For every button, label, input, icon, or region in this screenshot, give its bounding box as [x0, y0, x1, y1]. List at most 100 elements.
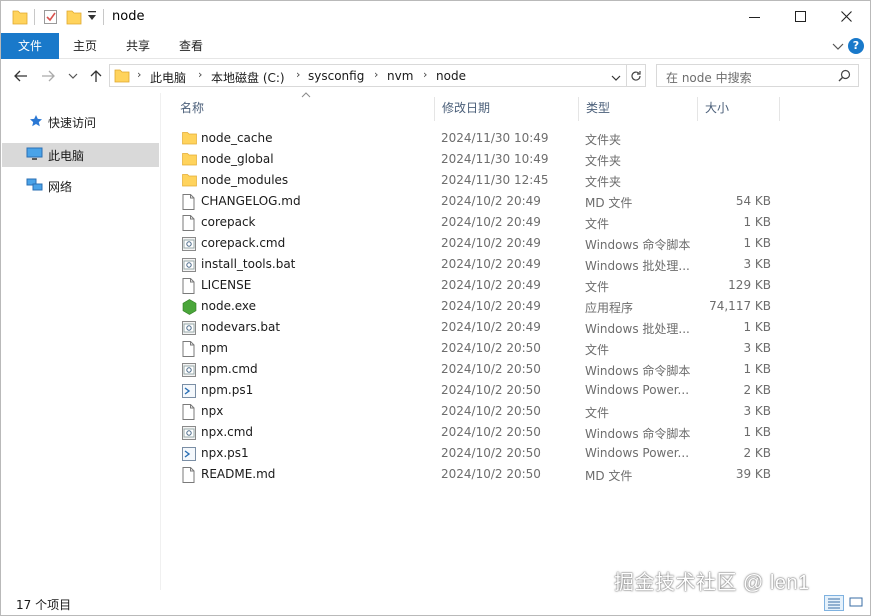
file-name: corepack	[201, 215, 256, 229]
file-size: 1 KB	[743, 425, 771, 439]
file-size: 1 KB	[743, 320, 771, 334]
breadcrumb-nvm[interactable]: nvm	[387, 69, 413, 83]
refresh-button[interactable]	[627, 64, 646, 87]
table-row[interactable]: npx.ps1 2024/10/2 20:50 Windows Power... 2 …	[174, 443, 774, 464]
back-arrow-icon	[14, 70, 27, 82]
recent-locations-button[interactable]	[64, 67, 82, 85]
table-row[interactable]: install_tools.bat 2024/10/2 20:49 Windows …	[174, 254, 774, 275]
new-folder-icon[interactable]	[66, 8, 82, 26]
address-bar[interactable]: › 此电脑 › 本地磁盘 (C:) › sysconfig › nvm › no…	[109, 64, 627, 87]
column-header-type[interactable]: 类型	[578, 93, 697, 123]
file-size: 129 KB	[728, 278, 771, 292]
table-row[interactable]: node_global 2024/11/30 10:49 文件夹	[174, 149, 774, 170]
script-icon	[182, 362, 196, 378]
search-input[interactable]: 在 node 中搜索	[666, 69, 752, 86]
close-icon	[841, 11, 852, 22]
maximize-button[interactable]	[778, 1, 824, 33]
table-row[interactable]: npm 2024/10/2 20:50 文件 3 KB	[174, 338, 774, 359]
file-size: 1 KB	[743, 236, 771, 250]
column-header-size[interactable]: 大小	[697, 93, 779, 123]
file-type: 文件夹	[585, 175, 622, 189]
breadcrumb-this-pc[interactable]: 此电脑	[150, 69, 186, 86]
file-icon	[182, 467, 196, 483]
navigation-bar: › 此电脑 › 本地磁盘 (C:) › sysconfig › nvm › no…	[1, 59, 870, 93]
up-arrow-icon	[90, 70, 102, 82]
table-row[interactable]: npx.cmd 2024/10/2 20:50 Windows 命令脚本 1 KB	[174, 422, 774, 443]
tab-file[interactable]: 文件	[1, 33, 59, 59]
search-box[interactable]: 在 node 中搜索	[656, 64, 859, 87]
breadcrumb-separator-icon[interactable]: ›	[198, 68, 202, 81]
breadcrumb-separator-icon[interactable]: ›	[296, 68, 300, 81]
file-icon	[182, 404, 196, 420]
table-row[interactable]: CHANGELOG.md 2024/10/2 20:49 MD 文件 54 KB	[174, 191, 774, 212]
breadcrumb-sysconfig[interactable]: sysconfig	[308, 69, 364, 83]
tab-share[interactable]: 共享	[116, 33, 160, 59]
file-name: corepack.cmd	[201, 236, 286, 250]
file-name: npx	[201, 404, 224, 418]
tab-view[interactable]: 查看	[169, 33, 213, 59]
node-hexagon-icon	[182, 299, 197, 315]
details-view-button[interactable]	[824, 595, 844, 611]
file-type: 文件夹	[585, 154, 622, 168]
sidebar-item-quick-access[interactable]: 快速访问	[2, 110, 159, 134]
folder-icon	[182, 152, 197, 168]
folder-icon	[182, 173, 197, 189]
file-name: npm	[201, 341, 228, 355]
table-row[interactable]: LICENSE 2024/10/2 20:49 文件 129 KB	[174, 275, 774, 296]
file-date: 2024/10/2 20:50	[441, 446, 541, 460]
folder-icon	[12, 8, 28, 26]
breadcrumb-separator-icon[interactable]: ›	[374, 68, 378, 81]
large-icons-view-button[interactable]	[847, 595, 867, 611]
file-date: 2024/10/2 20:49	[441, 278, 541, 292]
address-history-icon[interactable]	[611, 71, 621, 85]
file-date: 2024/10/2 20:49	[441, 236, 541, 250]
breadcrumb-separator-icon[interactable]: ›	[137, 68, 141, 81]
table-row[interactable]: corepack 2024/10/2 20:49 文件 1 KB	[174, 212, 774, 233]
forward-button[interactable]	[39, 67, 57, 85]
table-row[interactable]: corepack.cmd 2024/10/2 20:49 Windows 命令脚本 1…	[174, 233, 774, 254]
minimize-icon	[749, 17, 760, 18]
file-date: 2024/10/2 20:50	[441, 341, 541, 355]
file-size: 1 KB	[743, 362, 771, 376]
properties-icon[interactable]	[43, 8, 59, 26]
tab-home[interactable]: 主页	[63, 33, 107, 59]
back-button[interactable]	[12, 67, 30, 85]
table-row[interactable]: npx 2024/10/2 20:50 文件 3 KB	[174, 401, 774, 422]
breadcrumb-separator-icon[interactable]: ›	[423, 68, 427, 81]
navigation-pane: 快速访问 此电脑 网络	[1, 93, 161, 590]
file-name: npm.ps1	[201, 383, 254, 397]
column-header-date[interactable]: 修改日期	[434, 93, 578, 123]
file-size: 3 KB	[743, 404, 771, 418]
file-date: 2024/10/2 20:49	[441, 257, 541, 271]
minimize-button[interactable]	[732, 1, 778, 33]
file-list: 名称 修改日期 类型 大小 node_cache 2024/11/30 10:49…	[162, 92, 870, 590]
large-icons-view-icon	[849, 597, 863, 607]
close-button[interactable]	[824, 1, 870, 33]
table-row[interactable]: npm.cmd 2024/10/2 20:50 Windows 命令脚本 1 KB	[174, 359, 774, 380]
file-name: npm.cmd	[201, 362, 258, 376]
column-header-name[interactable]: 名称	[172, 93, 434, 123]
breadcrumb-node[interactable]: node	[436, 69, 466, 83]
search-icon[interactable]	[838, 69, 851, 85]
explorer-window: node 文件 主页 共享 查看 ? › 此电脑 › 本地磁盘 (C:) › s…	[0, 0, 871, 616]
expand-ribbon-icon[interactable]	[832, 41, 844, 57]
table-row[interactable]: npm.ps1 2024/10/2 20:50 Windows Power... 2 …	[174, 380, 774, 401]
up-button[interactable]	[87, 67, 105, 85]
customize-toolbar-icon[interactable]	[87, 10, 97, 28]
file-size: 3 KB	[743, 341, 771, 355]
title-bar: node	[1, 1, 870, 33]
file-name: install_tools.bat	[201, 257, 296, 271]
sidebar-item-this-pc[interactable]: 此电脑	[2, 143, 159, 167]
table-row[interactable]: nodevars.bat 2024/10/2 20:49 Windows 批处理..…	[174, 317, 774, 338]
table-row[interactable]: node_modules 2024/11/30 12:45 文件夹	[174, 170, 774, 191]
chevron-down-icon	[68, 73, 78, 79]
table-row[interactable]: node_cache 2024/11/30 10:49 文件夹	[174, 128, 774, 149]
help-icon[interactable]: ?	[848, 38, 864, 54]
file-size: 74,117 KB	[709, 299, 771, 313]
watermark: 掘金技术社区 @ len1	[614, 572, 810, 594]
breadcrumb-local-disk[interactable]: 本地磁盘 (C:)	[211, 69, 285, 86]
star-icon	[29, 114, 45, 131]
table-row[interactable]: node.exe 2024/10/2 20:49 应用程序 74,117 KB	[174, 296, 774, 317]
table-row[interactable]: README.md 2024/10/2 20:50 MD 文件 39 KB	[174, 464, 774, 485]
sidebar-item-network[interactable]: 网络	[2, 174, 159, 198]
